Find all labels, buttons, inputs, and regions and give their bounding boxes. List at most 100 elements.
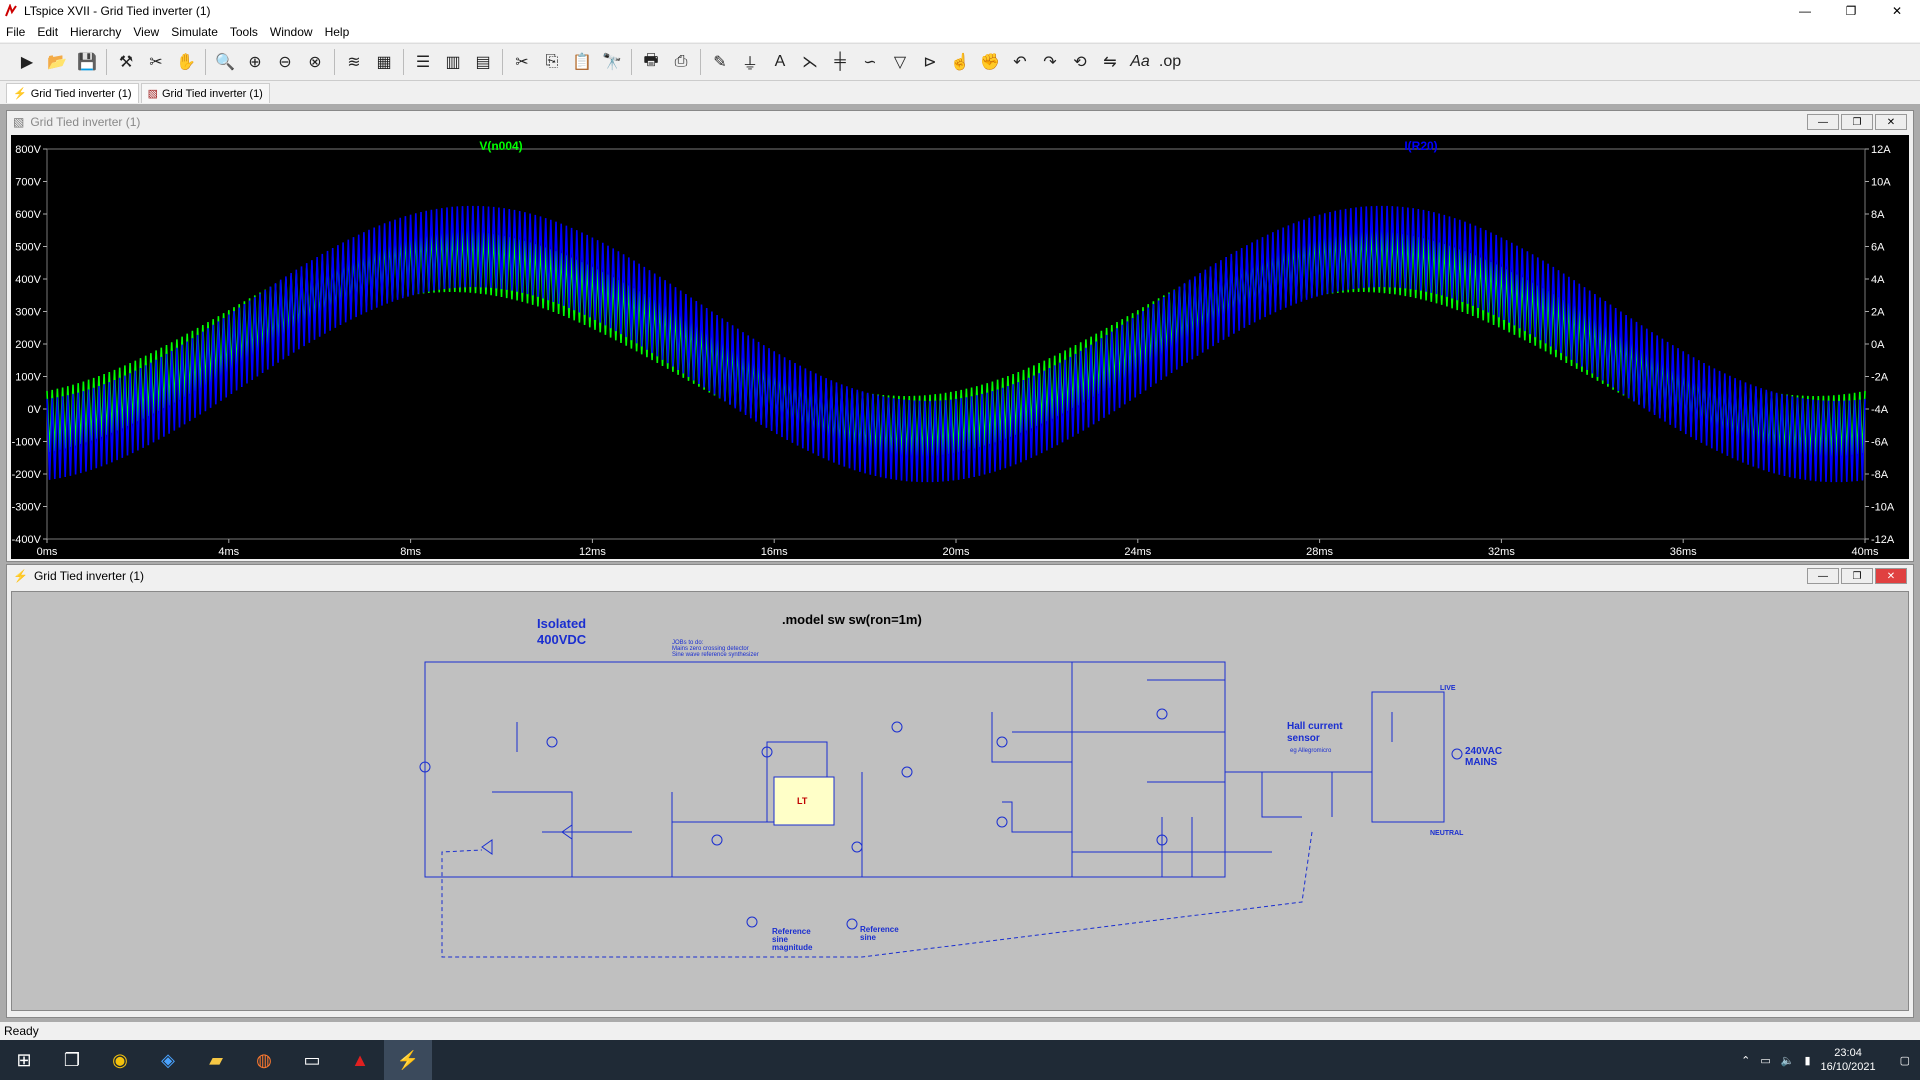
notifications-icon[interactable]: ▢ [1900, 1054, 1910, 1067]
title-bar: LTspice XVII - Grid Tied inverter (1) — … [0, 0, 1920, 22]
menu-file[interactable]: File [0, 25, 31, 39]
ref-sine-label-2: sine [860, 933, 877, 942]
inductor-icon[interactable]: ∽ [858, 50, 882, 74]
schematic-canvas[interactable]: Isolated 400VDC .model sw sw(ron=1m) JOB… [11, 591, 1909, 1011]
windows-start-icon[interactable]: ⊞ [0, 1040, 48, 1080]
menu-window[interactable]: Window [264, 25, 319, 39]
save-icon[interactable]: 💾 [75, 50, 99, 74]
network-icon[interactable]: ▭ [1760, 1054, 1770, 1067]
pane-maximize-button[interactable]: ❐ [1841, 114, 1873, 130]
drag-icon[interactable]: ✊ [978, 50, 1002, 74]
x-tick-label: 40ms [1852, 546, 1879, 558]
chrome-icon[interactable]: ◉ [96, 1040, 144, 1080]
pane-close-button[interactable]: ✕ [1875, 568, 1907, 584]
text-icon[interactable]: Aa [1128, 50, 1152, 74]
print-icon[interactable]: 🖶 [639, 50, 663, 74]
file-explorer-icon[interactable]: ▰ [192, 1040, 240, 1080]
print-preview-icon[interactable]: ⎙ [669, 50, 693, 74]
capacitor-icon[interactable]: ╪ [828, 50, 852, 74]
jobs-note-2: Sine wave reference synthesizer [672, 652, 759, 658]
tile-vertical-icon[interactable]: ▥ [441, 50, 465, 74]
paste-icon[interactable]: 📋 [570, 50, 594, 74]
undo-icon[interactable]: ↶ [1008, 50, 1032, 74]
ground-icon[interactable]: ⏚ [738, 50, 762, 74]
pane-close-button[interactable]: ✕ [1875, 114, 1907, 130]
volume-icon[interactable]: 🔈 [1781, 1054, 1795, 1067]
pane-minimize-button[interactable]: — [1807, 114, 1839, 130]
mark-icon[interactable]: ▦ [372, 50, 396, 74]
system-tray: ⌃ ▭ 🔈 ▮ 23:04 16/10/2021 ▢ [1741, 1040, 1920, 1080]
y-right-tick-label: -12A [1871, 534, 1895, 546]
schematic-drawing[interactable]: Isolated 400VDC .model sw sw(ron=1m) JOB… [12, 592, 1910, 1012]
resistor-icon[interactable]: ⋋ [798, 50, 822, 74]
task-view-icon[interactable]: ❐ [48, 1040, 96, 1080]
legend-green-trace[interactable]: V(n004) [479, 139, 522, 153]
tray-chevron-icon[interactable]: ⌃ [1741, 1054, 1750, 1067]
tray-time: 23:04 [1834, 1047, 1862, 1059]
y-left-tick-label: 400V [15, 274, 41, 286]
halt-icon[interactable]: ✂ [144, 50, 168, 74]
find-icon[interactable]: 🔭 [600, 50, 624, 74]
spice-directive-icon[interactable]: .op [1158, 50, 1182, 74]
tab-waveform[interactable]: ▧ Grid Tied inverter (1) [140, 83, 270, 103]
waveform-chart[interactable]: 800V 700V 600V 500V 400V 300V 200V 100V 0V -100V -… [11, 135, 1909, 559]
zoom-out-icon[interactable]: ⊖ [273, 50, 297, 74]
zoom-fit-icon[interactable]: ⊕ [243, 50, 267, 74]
pane-minimize-button[interactable]: — [1807, 568, 1839, 584]
acrobat-icon[interactable]: ▲ [336, 1040, 384, 1080]
waveform-pane-titlebar: ▧ Grid Tied inverter (1) — ❐ ✕ [7, 111, 1913, 133]
tray-clock[interactable]: 23:04 16/10/2021 [1821, 1046, 1876, 1074]
copy-icon[interactable]: ⎘ [540, 50, 564, 74]
rotate-icon[interactable]: ⟲ [1068, 50, 1092, 74]
cut-icon[interactable]: ✂ [510, 50, 534, 74]
laptop-app-icon[interactable]: ▭ [288, 1040, 336, 1080]
autorange-icon[interactable]: ≋ [342, 50, 366, 74]
schematic-icon: ⚡ [13, 569, 28, 583]
pane-maximize-button[interactable]: ❐ [1841, 568, 1873, 584]
zoom-in-icon[interactable]: 🔍 [213, 50, 237, 74]
toolbar-separator [106, 49, 107, 75]
cascade-icon[interactable]: ▤ [471, 50, 495, 74]
firefox-icon[interactable]: ◍ [240, 1040, 288, 1080]
minimize-button[interactable]: — [1782, 0, 1828, 22]
menu-hierarchy[interactable]: Hierarchy [64, 25, 127, 39]
move-icon[interactable]: ☝ [948, 50, 972, 74]
menu-edit[interactable]: Edit [31, 25, 64, 39]
x-tick-label: 28ms [1306, 546, 1333, 558]
toolbar: ▶ 📂 💾 ⚒ ✂ ✋ 🔍 ⊕ ⊖ ⊗ ≋ ▦ ☰ ▥ ▤ ✂ ⎘ 📋 🔭 🖶 … [0, 43, 1920, 81]
menu-help[interactable]: Help [319, 25, 356, 39]
run-icon[interactable]: ▶ [15, 50, 39, 74]
diode-icon[interactable]: ▽ [888, 50, 912, 74]
open-icon[interactable]: 📂 [45, 50, 69, 74]
model-directive[interactable]: .model sw sw(ron=1m) [782, 612, 922, 627]
control-panel-icon[interactable]: ⚒ [114, 50, 138, 74]
legend-blue-trace[interactable]: I(R20) [1404, 139, 1437, 153]
toolbar-separator [205, 49, 206, 75]
menu-tools[interactable]: Tools [224, 25, 264, 39]
menu-view[interactable]: View [127, 25, 165, 39]
schematic-pane-title: Grid Tied inverter (1) [33, 569, 144, 583]
y-left-tick-label: 300V [15, 307, 41, 319]
hall-label-1: Hall current [1287, 721, 1343, 732]
mirror-icon[interactable]: ⇋ [1098, 50, 1122, 74]
zoom-cancel-icon[interactable]: ⊗ [303, 50, 327, 74]
waveform-plot[interactable]: 800V 700V 600V 500V 400V 300V 200V 100V 0V -100V -… [11, 135, 1909, 559]
ltspice-task-icon[interactable]: ⚡ [384, 1040, 432, 1080]
menu-simulate[interactable]: Simulate [165, 25, 224, 39]
menu-bar: File Edit Hierarchy View Simulate Tools … [0, 22, 1920, 42]
tile-horizontal-icon[interactable]: ☰ [411, 50, 435, 74]
pan-icon[interactable]: ✋ [174, 50, 198, 74]
label-icon[interactable]: A [768, 50, 792, 74]
y-right-tick-label: -8A [1871, 469, 1889, 481]
y-right-tick-label: 2A [1871, 307, 1885, 319]
outlook-icon[interactable]: ◈ [144, 1040, 192, 1080]
battery-icon[interactable]: ▮ [1804, 1054, 1810, 1067]
close-button[interactable]: ✕ [1874, 0, 1920, 22]
tab-schematic[interactable]: ⚡ Grid Tied inverter (1) [6, 83, 139, 103]
y-left-tick-label: 200V [15, 339, 41, 351]
wire-icon[interactable]: ✎ [708, 50, 732, 74]
redo-icon[interactable]: ↷ [1038, 50, 1062, 74]
maximize-button[interactable]: ❐ [1828, 0, 1874, 22]
schematic-pane-titlebar: ⚡ Grid Tied inverter (1) — ❐ ✕ [7, 565, 1913, 587]
component-icon[interactable]: ⊳ [918, 50, 942, 74]
